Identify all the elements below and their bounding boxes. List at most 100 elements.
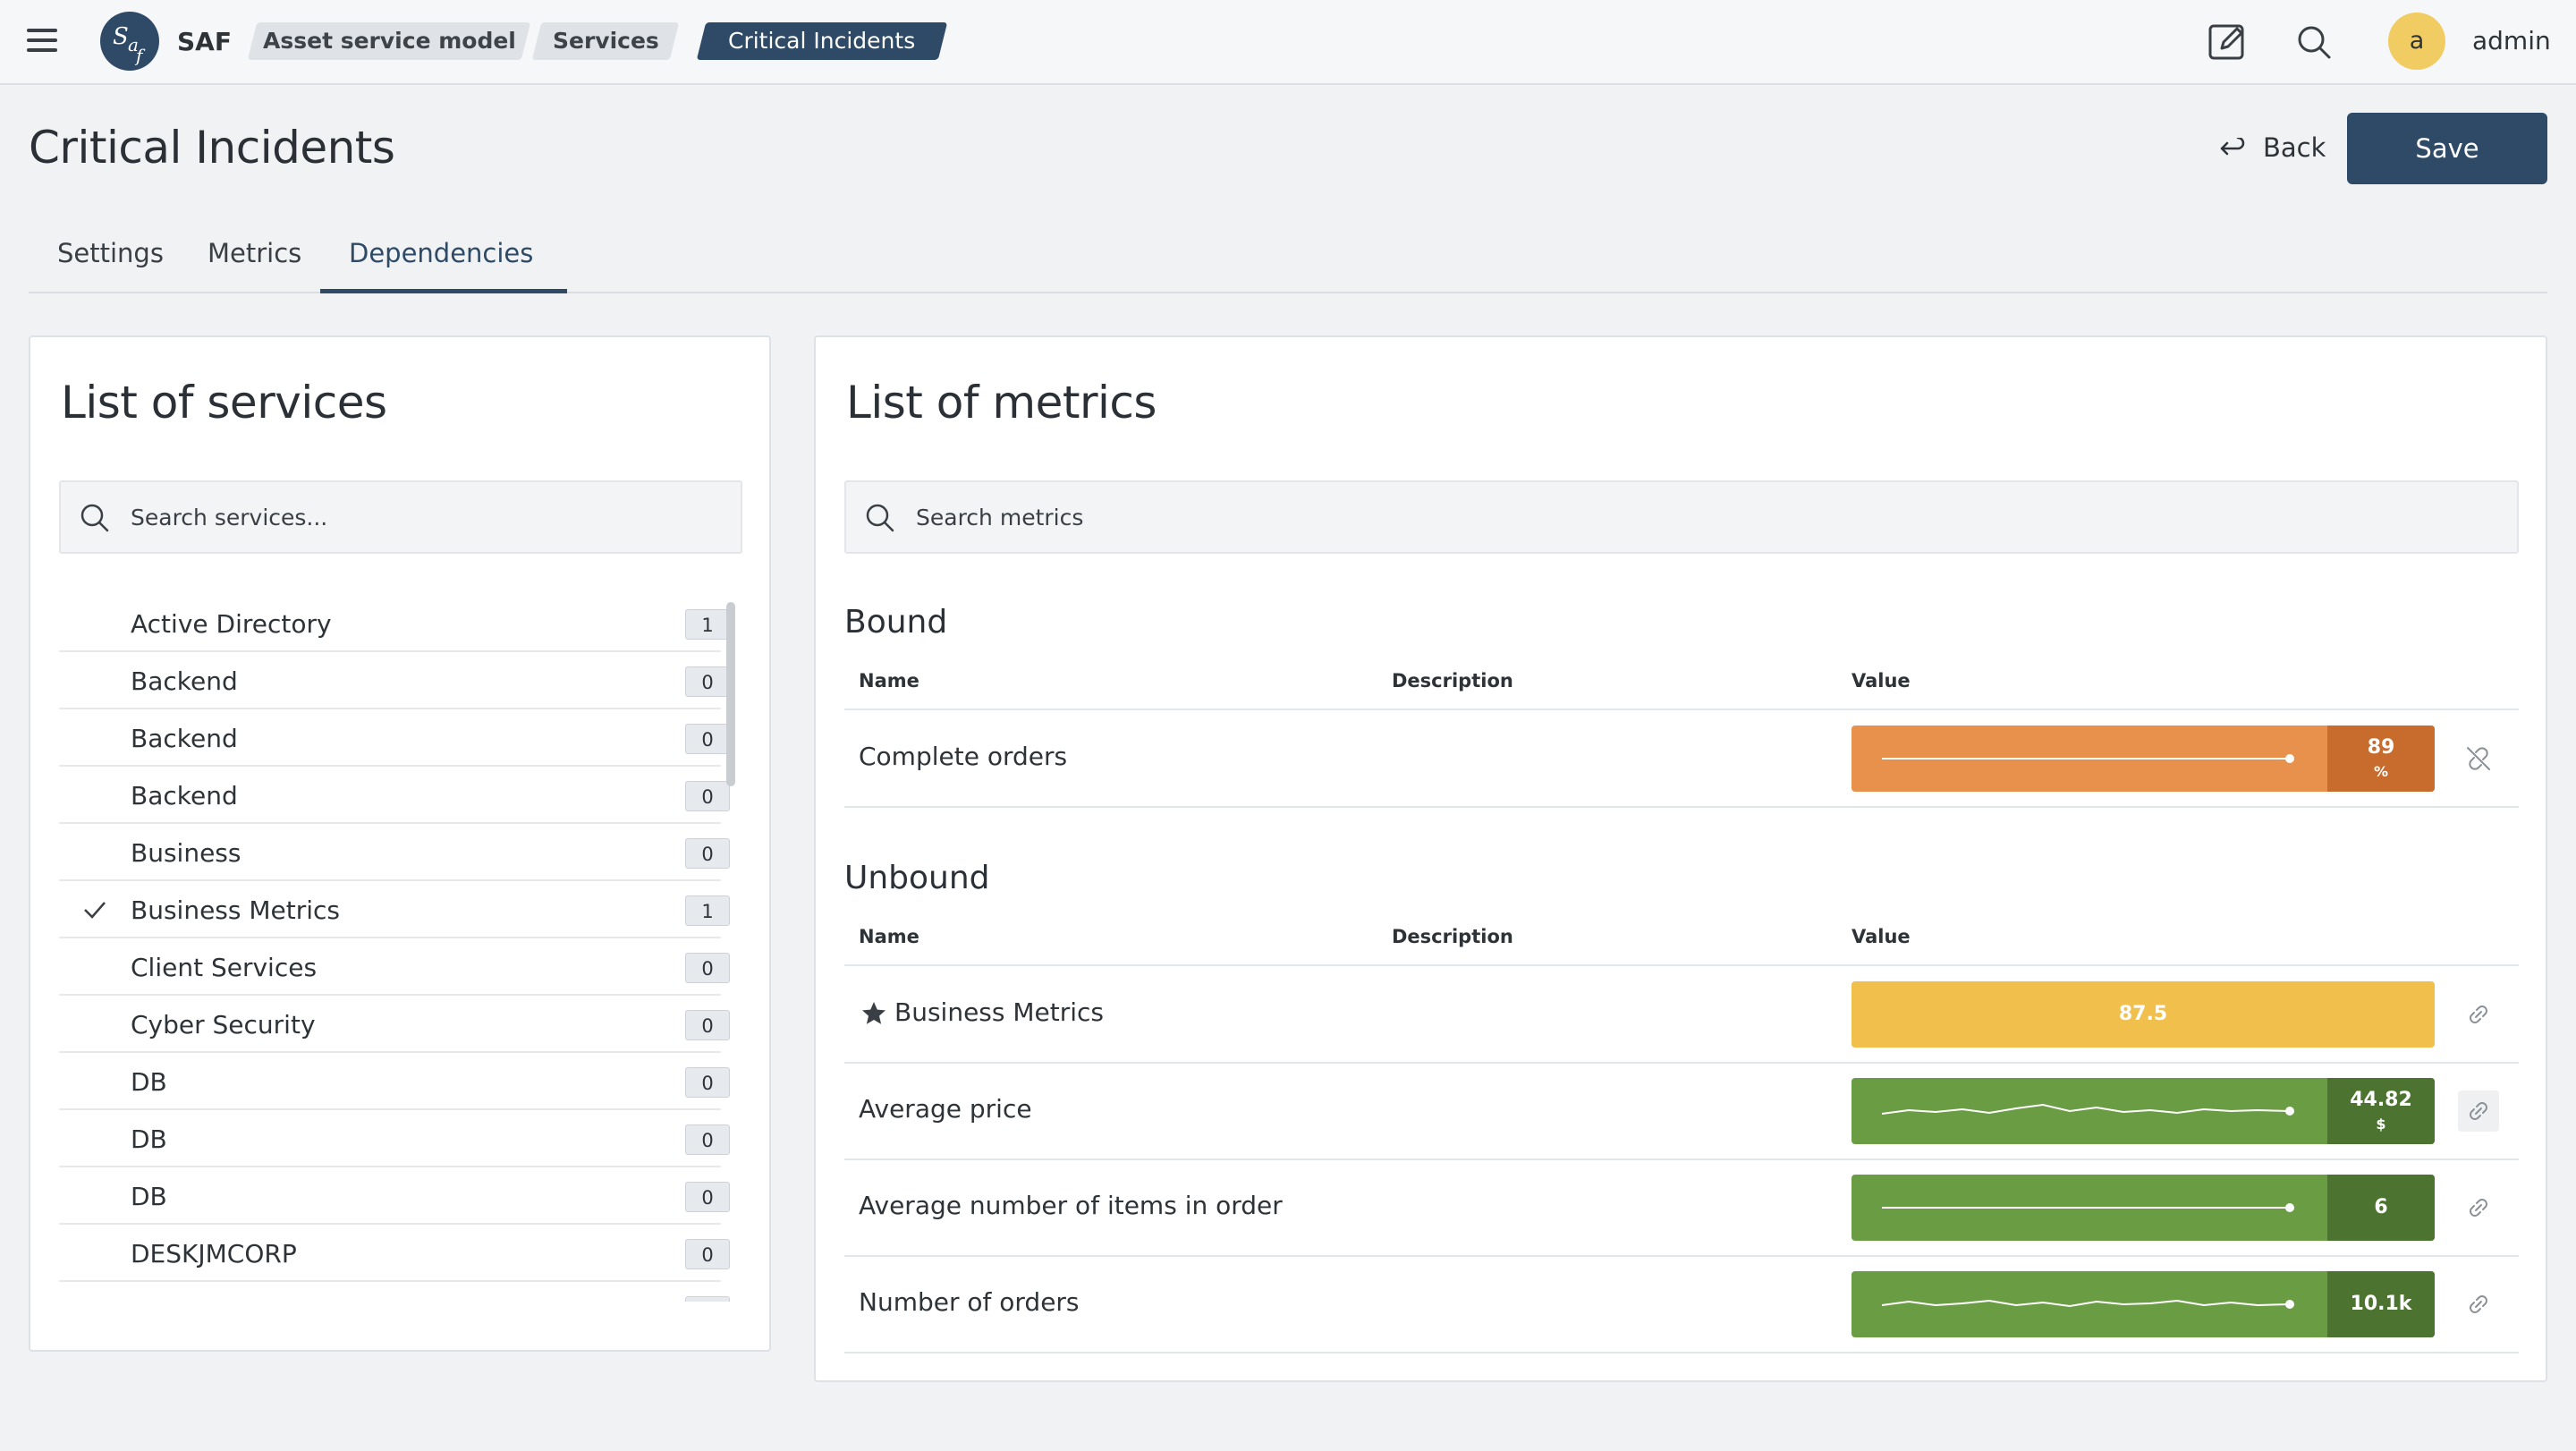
service-count-badge: 0	[685, 1182, 730, 1212]
avatar[interactable]: a	[2388, 13, 2445, 70]
service-count-badge: 1	[685, 895, 730, 926]
svg-text:f: f	[134, 45, 146, 66]
service-name: Backend	[131, 781, 238, 810]
tab-dependencies[interactable]: Dependencies	[349, 238, 533, 268]
service-name: Business Metrics	[131, 895, 341, 925]
metric-value: 44.82	[2350, 1089, 2412, 1111]
metric-value-bar[interactable]: 87.5	[1852, 981, 2435, 1048]
divider	[844, 1352, 2519, 1353]
breadcrumb-critical-incidents[interactable]: Critical Incidents	[696, 22, 948, 60]
search-icon[interactable]	[2293, 21, 2334, 63]
tab-bar: Settings Metrics Dependencies	[29, 224, 2547, 293]
service-name: Business	[131, 838, 242, 868]
service-count-badge: 0	[685, 838, 730, 869]
metrics-search-input[interactable]	[916, 482, 2490, 552]
page-title: Critical Incidents	[29, 122, 395, 174]
services-panel-title: List of services	[61, 377, 387, 429]
service-name: Cyber Security	[131, 1010, 316, 1039]
brand-name: SAF	[177, 27, 232, 56]
column-header-name: Name	[859, 926, 919, 947]
saf-logo[interactable]: S a f	[100, 12, 159, 71]
tab-metrics[interactable]: Metrics	[208, 238, 301, 268]
metrics-panel-title: List of metrics	[846, 377, 1157, 429]
edit-icon[interactable]	[2207, 21, 2249, 63]
metric-value-bar[interactable]: 6	[1852, 1175, 2435, 1241]
divider	[844, 1158, 2519, 1160]
service-count-badge: 0	[685, 1296, 730, 1302]
service-list-item[interactable]: DMZ 0	[59, 1282, 730, 1302]
metrics-panel: List of metrics Bound Name Description V…	[814, 335, 2547, 1382]
metric-name: Number of orders	[859, 1287, 1080, 1317]
link-icon[interactable]	[2458, 1090, 2499, 1132]
service-list-item[interactable]: Business 0	[59, 824, 730, 881]
service-list-item[interactable]: DB 0	[59, 1110, 730, 1167]
column-header-name: Name	[859, 670, 919, 692]
back-label: Back	[2263, 132, 2326, 163]
services-list[interactable]: Active Directory 1 Backend 0 Backend 0 Backend…	[59, 595, 751, 1302]
metric-value-box: 10.1k	[2327, 1271, 2435, 1337]
service-list-item[interactable]: Backend 0	[59, 767, 730, 824]
metric-value-bar[interactable]: 44.82 $	[1852, 1078, 2435, 1144]
metric-unit: %	[2373, 763, 2389, 780]
metric-unit: $	[2376, 1116, 2386, 1133]
column-header-value: Value	[1852, 670, 1911, 692]
save-button[interactable]: Save	[2347, 113, 2547, 184]
unlink-icon[interactable]	[2458, 738, 2499, 779]
link-icon[interactable]	[2458, 994, 2499, 1035]
metric-value-bar[interactable]: 89 %	[1852, 726, 2435, 792]
service-name: DB	[131, 1067, 167, 1097]
tab-settings[interactable]: Settings	[57, 238, 164, 268]
service-list-item[interactable]: DESKJMCORP 0	[59, 1225, 730, 1282]
search-icon	[866, 504, 894, 532]
divider	[844, 1062, 2519, 1064]
link-icon[interactable]	[2458, 1187, 2499, 1228]
service-list-item[interactable]: Client Services 0	[59, 938, 730, 996]
service-count-badge: 0	[685, 724, 730, 754]
service-list-item[interactable]: DB 0	[59, 1053, 730, 1110]
metric-value: 87.5	[2118, 1003, 2168, 1025]
username[interactable]: admin	[2472, 26, 2551, 55]
metric-value-bar[interactable]: 10.1k	[1852, 1271, 2435, 1337]
service-list-item[interactable]: Business Metrics 1	[59, 881, 730, 938]
service-list-item[interactable]: Backend 0	[59, 652, 730, 709]
svg-text:S: S	[113, 23, 129, 50]
services-panel: List of services Active Directory 1 Backen…	[29, 335, 771, 1352]
metric-value: 6	[2374, 1196, 2388, 1218]
bound-section-title: Bound	[844, 604, 948, 641]
metric-name: Complete orders	[859, 742, 1068, 771]
metric-value: 89	[2367, 736, 2395, 759]
link-icon[interactable]	[2458, 1284, 2499, 1325]
breadcrumb-services[interactable]: Services	[531, 22, 680, 60]
divider	[844, 806, 2519, 808]
services-scrollbar[interactable]	[726, 602, 735, 786]
metric-name: Business Metrics	[894, 997, 1105, 1027]
sparkline	[1882, 1299, 2294, 1309]
divider	[844, 709, 2519, 710]
active-tab-indicator	[320, 289, 567, 293]
metrics-search	[844, 480, 2519, 554]
metric-name: Average number of items in order	[859, 1191, 1283, 1220]
sparkline	[1882, 754, 2294, 763]
service-name: Active Directory	[131, 609, 332, 639]
service-list-item[interactable]: Backend 0	[59, 709, 730, 767]
services-search-input[interactable]	[131, 482, 721, 552]
service-name: DB	[131, 1182, 167, 1211]
metric-value: 10.1k	[2350, 1293, 2412, 1315]
metric-value-box: 44.82 $	[2327, 1078, 2435, 1144]
service-name: Backend	[131, 666, 238, 696]
hamburger-menu-icon[interactable]	[27, 29, 59, 54]
service-count-badge: 0	[685, 1124, 730, 1155]
service-list-item[interactable]: Cyber Security 0	[59, 996, 730, 1053]
search-icon	[80, 504, 109, 532]
star-icon	[862, 1002, 886, 1024]
breadcrumb-asset-service-model[interactable]: Asset service model	[247, 22, 531, 60]
service-count-badge: 1	[685, 609, 730, 640]
service-list-item[interactable]: Active Directory 1	[59, 595, 730, 652]
service-name: Backend	[131, 724, 238, 753]
checkmark-icon	[84, 902, 106, 919]
service-name: Client Services	[131, 953, 318, 982]
service-list-item[interactable]: DB 0	[59, 1167, 730, 1225]
metric-value-box: 6	[2327, 1175, 2435, 1241]
sparkline	[1882, 1103, 2294, 1116]
service-count-badge: 0	[685, 1239, 730, 1269]
